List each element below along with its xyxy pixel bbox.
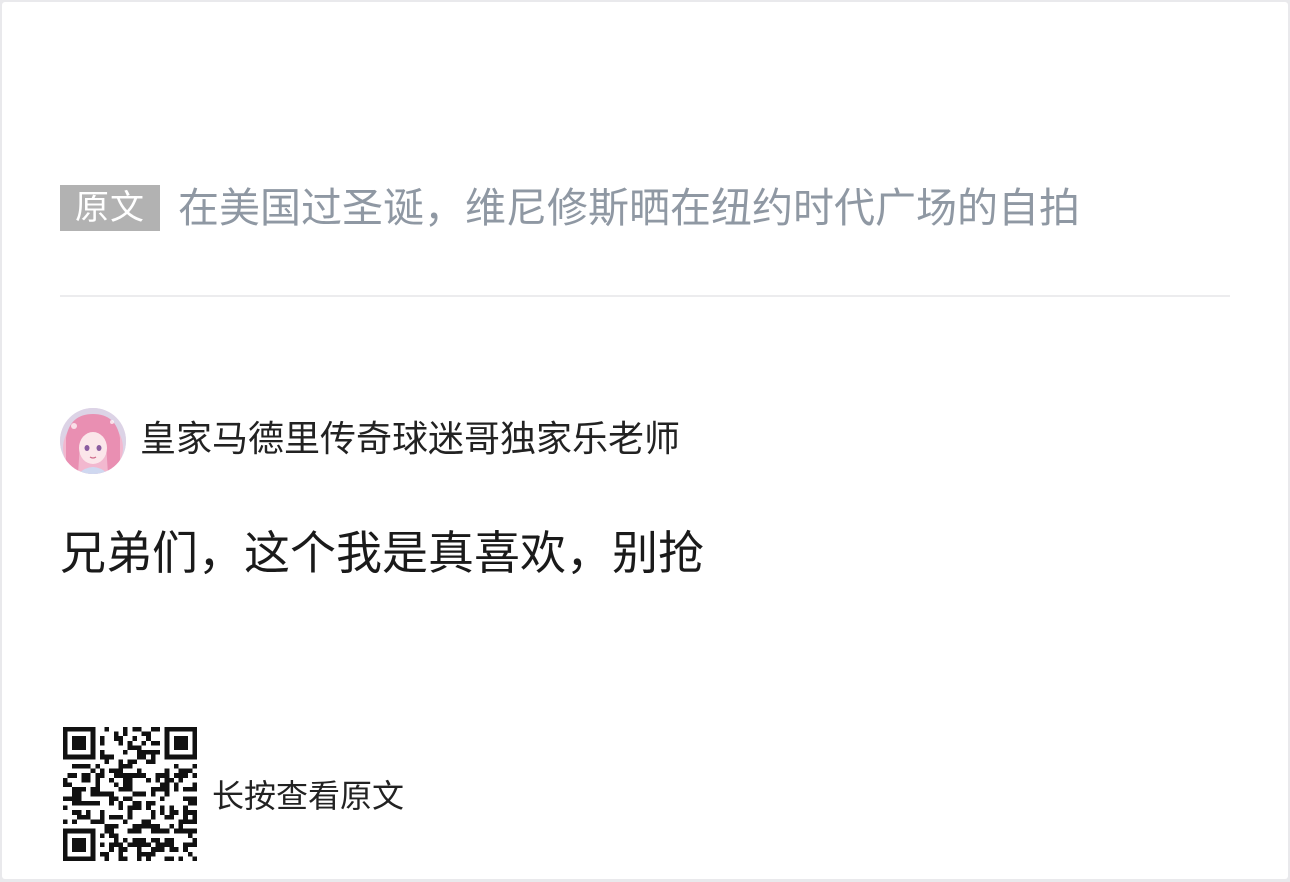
qr-section: 长按查看原文 xyxy=(62,727,404,861)
share-card: 原文 在美国过圣诞，维尼修斯晒在纽约时代广场的自拍 皇家马德里传奇球迷哥独家乐老… xyxy=(2,2,1288,879)
author-row: 皇家马德里传奇球迷哥独家乐老师 xyxy=(60,408,680,474)
qr-label: 长按查看原文 xyxy=(212,777,405,815)
post-text: 兄弟们，这个我是真喜欢，别抢 xyxy=(60,526,704,580)
avatar-anime-girl-icon[interactable] xyxy=(60,408,126,474)
original-post-title[interactable]: 在美国过圣诞，维尼修斯晒在纽约时代广场的自拍 xyxy=(178,182,1080,234)
original-badge: 原文 xyxy=(60,185,160,231)
divider xyxy=(60,295,1230,297)
original-post-row[interactable]: 原文 在美国过圣诞，维尼修斯晒在纽约时代广场的自拍 xyxy=(60,182,1080,234)
author-name[interactable]: 皇家马德里传奇球迷哥独家乐老师 xyxy=(140,417,680,463)
qr-code-icon[interactable] xyxy=(62,727,198,861)
